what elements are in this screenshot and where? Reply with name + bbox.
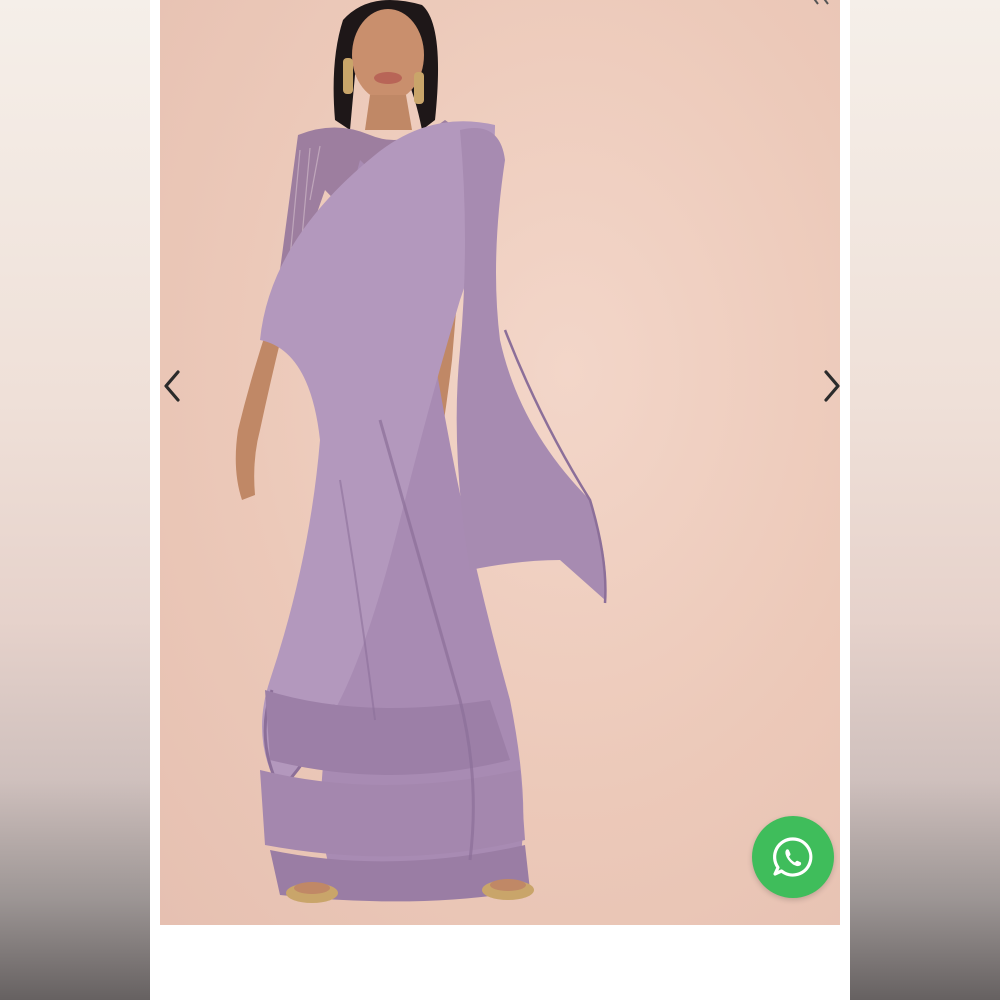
saree-illustration: [235, 0, 607, 903]
chevron-right-icon: [824, 370, 840, 402]
blurred-background-left: [0, 0, 150, 1000]
previous-image-button[interactable]: [157, 368, 187, 404]
blurred-background-right: [850, 0, 1000, 1000]
product-image: [160, 0, 840, 925]
next-image-button[interactable]: [817, 368, 847, 404]
whatsapp-chat-button[interactable]: [752, 816, 834, 898]
whatsapp-icon: [773, 837, 813, 877]
chevron-left-icon: [164, 370, 180, 402]
partial-icon: [813, 0, 829, 5]
